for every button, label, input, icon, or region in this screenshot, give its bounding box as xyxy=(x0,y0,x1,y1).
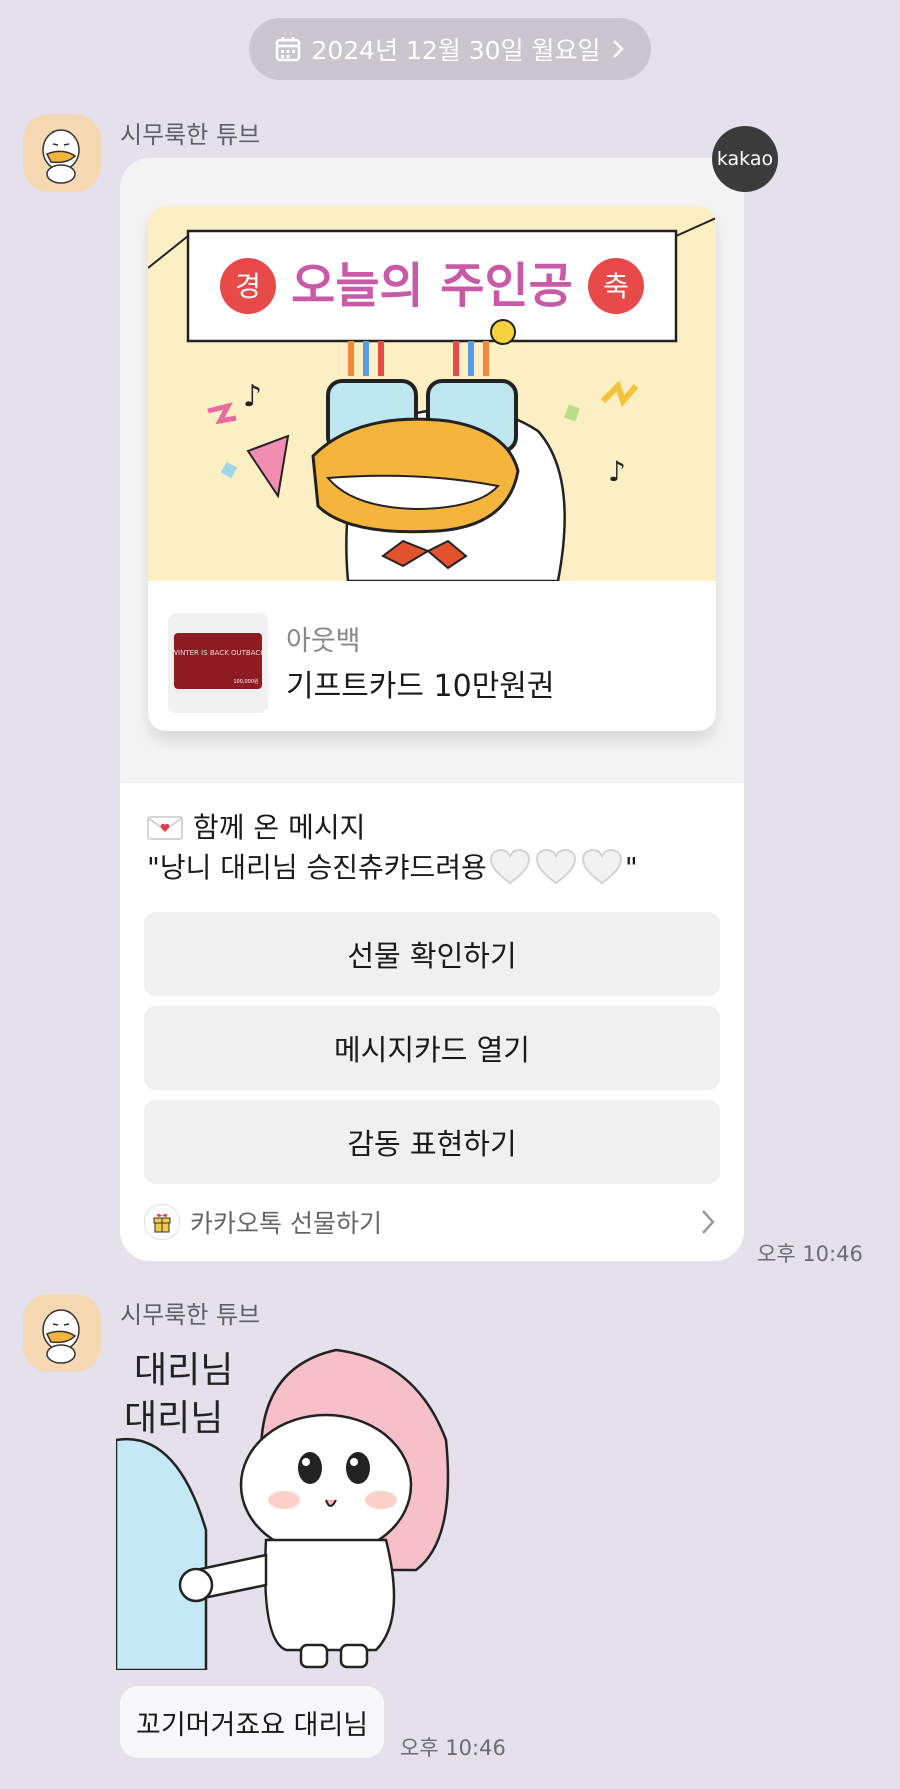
message-time: 오후 10:46 xyxy=(400,1736,506,1760)
chevron-right-icon xyxy=(702,1210,715,1234)
brand-name: 아웃백 xyxy=(286,626,361,657)
sender-avatar[interactable] xyxy=(23,1294,101,1372)
white-heart-icon xyxy=(535,849,576,885)
gift-card-top: 경 축 오늘의 주인공 ♪ ♪ WINTER IS BACK OUTBACK 1… xyxy=(120,158,744,783)
product-name: 기프트카드 10만원권 xyxy=(286,669,555,704)
express-thanks-button[interactable]: 감동 표현하기 xyxy=(144,1100,720,1184)
banner-left-badge: 경 xyxy=(235,270,261,303)
love-letter-icon xyxy=(147,816,183,840)
thumbnail-text: WINTER IS BACK OUTBACK xyxy=(171,649,265,657)
kakao-badge: kakao xyxy=(712,126,778,192)
calendar-icon xyxy=(276,37,301,62)
gift-message-card[interactable]: 경 축 오늘의 주인공 ♪ ♪ WINTER IS BACK OUTBACK 1… xyxy=(120,158,744,1261)
tube-duck-avatar-icon xyxy=(42,1309,80,1364)
attached-message: 함께 온 메시지 "낭니 대리님 승진츄캬드려용 " xyxy=(147,808,727,888)
date-header[interactable]: 2024년 12월 30일 월요일 xyxy=(249,18,651,80)
kakao-gift-label: 카카오톡 선물하기 xyxy=(190,1209,382,1238)
open-message-card-button[interactable]: 메시지카드 열기 xyxy=(144,1006,720,1090)
white-heart-icon xyxy=(581,849,622,885)
sticker-image[interactable]: 대리님 대리님 xyxy=(116,1340,476,1670)
message-text: "낭니 대리님 승진츄캬드려용 xyxy=(147,851,487,884)
message-title: 함께 온 메시지 xyxy=(193,811,366,844)
sticker-text-line1: 대리님 xyxy=(134,1350,233,1391)
check-gift-button[interactable]: 선물 확인하기 xyxy=(144,912,720,996)
svg-text:♪: ♪ xyxy=(243,379,262,414)
banner-right-badge: 축 xyxy=(603,270,629,303)
gift-box-icon xyxy=(144,1204,180,1240)
message-time: 오후 10:46 xyxy=(757,1242,863,1266)
white-heart-icon xyxy=(489,849,530,885)
tube-duck-avatar-icon xyxy=(42,129,80,184)
kakao-gift-footer-link[interactable]: 카카오톡 선물하기 xyxy=(144,1198,720,1246)
sticker-text-line2: 대리님 xyxy=(124,1398,223,1439)
date-label: 2024년 12월 30일 월요일 xyxy=(311,36,601,65)
sender-avatar[interactable] xyxy=(23,114,101,192)
product-thumbnail: WINTER IS BACK OUTBACK 100,000원 xyxy=(168,613,268,713)
gift-panel[interactable]: 경 축 오늘의 주인공 ♪ ♪ WINTER IS BACK OUTBACK 1… xyxy=(148,206,716,731)
message-text-end: " xyxy=(624,851,638,884)
chat-bubble-text: 꼬기머거죠요 대리님 xyxy=(136,1709,369,1741)
svg-text:♪: ♪ xyxy=(608,455,626,488)
banner-title: 오늘의 주인공 xyxy=(291,258,573,314)
chevron-right-icon xyxy=(612,40,624,58)
chat-bubble[interactable]: 꼬기머거죠요 대리님 xyxy=(120,1686,385,1758)
product-row[interactable]: WINTER IS BACK OUTBACK 100,000원 아웃백 기프트카… xyxy=(148,581,716,731)
celebration-banner-image: 경 축 오늘의 주인공 ♪ ♪ xyxy=(148,206,716,581)
sender-name: 시무룩한 튜브 xyxy=(120,121,261,149)
thumbnail-price: 100,000원 xyxy=(233,678,259,685)
sender-name: 시무룩한 튜브 xyxy=(120,1301,261,1329)
